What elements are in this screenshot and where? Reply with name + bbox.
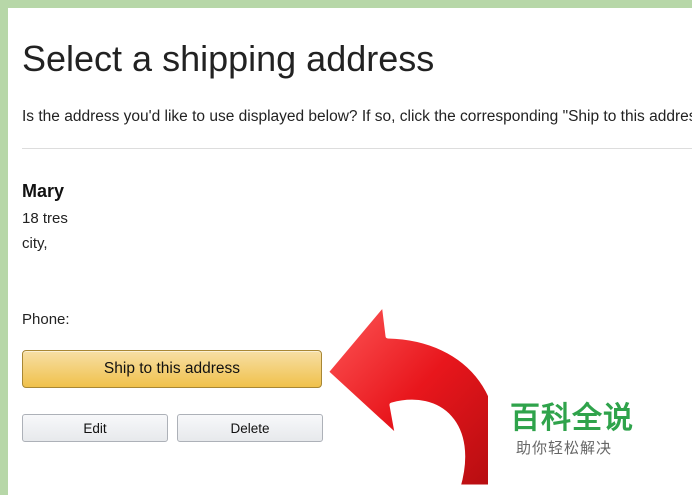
ship-button-label: Ship to this address bbox=[103, 360, 241, 377]
watermark-title: 百科全说 bbox=[510, 401, 634, 436]
edit-button[interactable]: Edit bbox=[22, 414, 168, 442]
watermark-subtitle: 助你轻松解决 bbox=[516, 439, 613, 457]
edit-button-label: Edit bbox=[83, 420, 107, 436]
page-title: Select a shipping address bbox=[22, 38, 435, 79]
phone-label: Phone: bbox=[22, 311, 70, 328]
watermark: 百科全说 助你轻松解决 bbox=[488, 385, 684, 487]
divider bbox=[22, 148, 692, 149]
recipient-name: Mary bbox=[22, 181, 65, 201]
delete-button[interactable]: Delete bbox=[177, 414, 323, 442]
address-line-2: city, bbox=[22, 235, 48, 252]
ship-to-this-address-button[interactable]: Ship to this address bbox=[22, 350, 322, 388]
address-line-1: 18 tres bbox=[22, 210, 68, 227]
page-instructions: Is the address you'd like to use display… bbox=[22, 108, 692, 125]
delete-button-label: Delete bbox=[230, 420, 270, 436]
